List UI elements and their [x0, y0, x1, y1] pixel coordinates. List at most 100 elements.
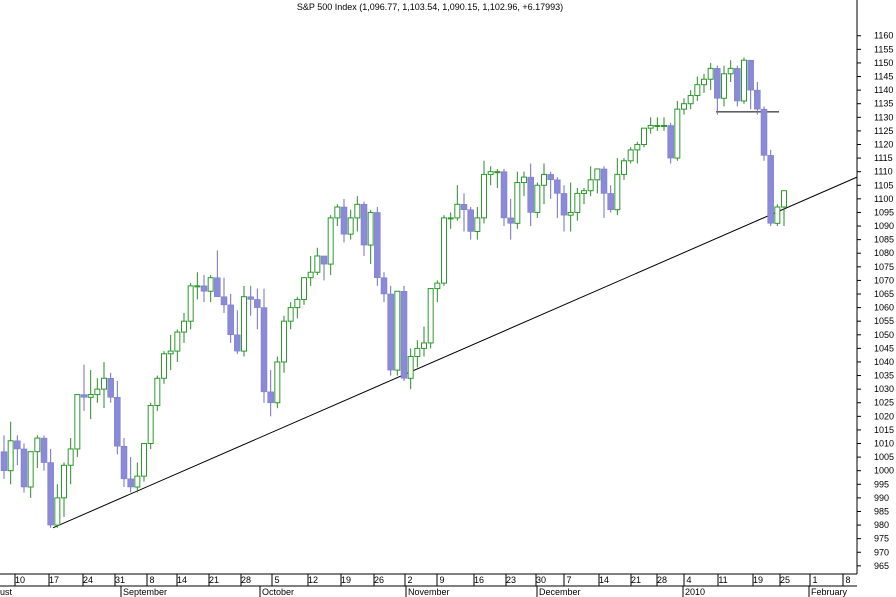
candle-body-down — [0, 451, 8, 471]
candle — [74, 394, 81, 458]
candle-body-up — [594, 168, 601, 181]
candle — [627, 147, 634, 164]
candle — [20, 443, 28, 493]
candle-body-down — [107, 378, 114, 398]
y-tick-label: 1150 — [874, 58, 893, 68]
candle-body-up — [141, 443, 147, 477]
y-tick-label: 1160 — [874, 31, 893, 41]
candle-body-up — [741, 59, 747, 102]
x-day-label: 8 — [845, 575, 850, 585]
y-tick-label: 1000 — [874, 466, 894, 476]
candle — [374, 207, 381, 286]
candle-body-down — [600, 168, 608, 194]
candle-body-down — [714, 68, 721, 99]
x-month-label: February — [811, 587, 848, 597]
x-month-label: November — [408, 587, 450, 597]
candle-body-up — [147, 404, 154, 445]
candle-body-up — [674, 108, 681, 159]
candle-body-up — [394, 290, 401, 371]
candle-body-up — [587, 179, 594, 192]
x-day-label: 23 — [506, 575, 516, 585]
x-day-label: 8 — [149, 575, 154, 585]
y-tick-label: 1105 — [874, 180, 893, 190]
y-tick-label: 1100 — [874, 194, 893, 204]
x-day-label: 21 — [209, 575, 219, 585]
candle-body-up — [407, 356, 414, 379]
candle — [441, 215, 447, 286]
candle-body-up — [61, 464, 67, 499]
candle-body-up — [174, 331, 181, 352]
candle-body-up — [614, 173, 621, 211]
candle-body-up — [334, 206, 341, 219]
candle-body-down — [360, 204, 368, 246]
candle-body-up — [327, 217, 334, 265]
candle-body-down — [747, 59, 754, 91]
candle-body-down — [460, 204, 468, 210]
candle — [641, 127, 647, 148]
candle-body-up — [414, 347, 421, 358]
x-day-label: 31 — [115, 575, 125, 585]
x-day-label: 12 — [308, 575, 318, 585]
candle-body-up — [167, 350, 174, 355]
candle-body-up — [447, 217, 454, 220]
candle — [534, 182, 541, 218]
candle-body-up — [774, 206, 781, 224]
y-tick-label: 965 — [874, 561, 889, 571]
y-tick-label: 1120 — [874, 139, 893, 149]
candle — [741, 57, 747, 104]
candle-body-down — [234, 334, 241, 352]
candle-body-down — [200, 285, 208, 292]
candle-body-down — [560, 193, 568, 216]
y-tick-label: 1015 — [874, 425, 894, 435]
y-tick-label: 1065 — [874, 289, 894, 299]
y-tick-label: 995 — [874, 479, 889, 489]
x-day-label: 1 — [812, 575, 817, 585]
candle-body-down — [220, 296, 228, 306]
y-tick-label: 975 — [874, 534, 889, 544]
candle-body-up — [647, 124, 654, 129]
candle-body-down — [114, 397, 121, 447]
candle-body-up — [207, 277, 214, 292]
y-tick-label: 1045 — [874, 343, 894, 353]
candle — [674, 100, 681, 161]
candle-body-up — [521, 176, 527, 184]
y-tick-label: 1035 — [874, 371, 894, 381]
candle-body-down — [467, 209, 474, 232]
x-month-label: December — [539, 587, 581, 597]
candle-body-up — [301, 277, 307, 300]
candle — [767, 149, 774, 227]
y-tick-label: 1070 — [874, 275, 894, 285]
candle-body-up — [27, 451, 34, 488]
candle-body-up — [367, 211, 374, 246]
y-tick-label: 980 — [874, 520, 889, 530]
x-month-label: September — [123, 587, 167, 597]
candle-body-up — [434, 282, 441, 290]
candle-body-down — [527, 176, 534, 213]
candle-body-up — [494, 171, 501, 174]
candle-body-down — [260, 307, 268, 393]
candle-body-up — [781, 190, 787, 208]
candle-body-down — [667, 125, 674, 159]
x-day-label: 28 — [657, 575, 667, 585]
y-tick-label: 1110 — [874, 167, 893, 177]
candle-body-up — [187, 285, 194, 322]
y-tick-label: 1115 — [874, 153, 893, 163]
candle-body-up — [681, 103, 687, 110]
y-tick-label: 1085 — [874, 235, 894, 245]
candle-body-down — [387, 293, 394, 371]
candle — [734, 65, 741, 107]
candle-body-up — [154, 377, 161, 406]
candle-body-down — [400, 291, 408, 379]
y-tick-label: 1090 — [874, 221, 894, 231]
candle-body-up — [241, 296, 247, 352]
candle-body-up — [694, 84, 701, 97]
candle-body-down — [507, 217, 514, 224]
candle-body-up — [134, 475, 141, 488]
x-day-label: 4 — [686, 575, 691, 585]
candle — [274, 356, 281, 409]
x-day-label: 26 — [374, 575, 384, 585]
y-tick-label: 1020 — [874, 411, 894, 421]
y-tick-label: 1075 — [874, 262, 894, 272]
x-month-label: ust — [0, 587, 13, 597]
candle-body-down — [80, 394, 88, 398]
